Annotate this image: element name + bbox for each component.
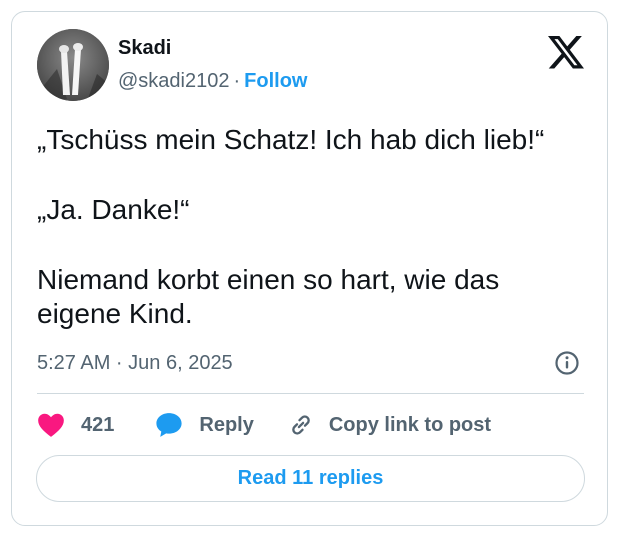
speech-bubble-icon	[156, 413, 182, 437]
copy-link-label: Copy link to post	[328, 413, 492, 436]
action-bar: 421 Reply Copy link to post	[37, 410, 491, 440]
like-button[interactable]: 421	[37, 412, 114, 438]
heart-icon	[38, 413, 64, 437]
tweet-text: „Tschüss mein Schatz! Ich hab dich lieb!…	[37, 123, 587, 331]
link-icon	[292, 415, 310, 435]
reply-button[interactable]: Reply	[155, 411, 254, 439]
read-replies-button[interactable]: Read 11 replies	[36, 455, 585, 502]
avatar[interactable]	[37, 29, 109, 101]
info-icon[interactable]	[554, 350, 580, 376]
author-handle-row: @skadi2102 · Follow	[118, 70, 307, 93]
tweet-card: Skadi @skadi2102 · Follow „Tschüss mein Sc…	[11, 11, 608, 526]
copy-link-button[interactable]: Copy link to post	[287, 411, 491, 439]
divider	[37, 393, 584, 394]
tweet-paragraph: „Ja. Danke!“	[37, 194, 190, 225]
tweet-paragraph: Niemand korbt einen so hart, wie das eig…	[37, 264, 500, 329]
author-name[interactable]: Skadi	[118, 37, 171, 60]
x-logo-icon[interactable]	[548, 36, 584, 69]
author-handle[interactable]: @skadi2102	[118, 70, 229, 92]
like-count: 421	[81, 413, 115, 436]
reply-label: Reply	[199, 413, 254, 436]
separator-dot: ·	[233, 70, 241, 92]
follow-button[interactable]: Follow	[244, 70, 307, 92]
tweet-timestamp[interactable]: 5:27 AM · Jun 6, 2025	[37, 352, 233, 375]
tweet-paragraph: „Tschüss mein Schatz! Ich hab dich lieb!…	[37, 124, 545, 155]
